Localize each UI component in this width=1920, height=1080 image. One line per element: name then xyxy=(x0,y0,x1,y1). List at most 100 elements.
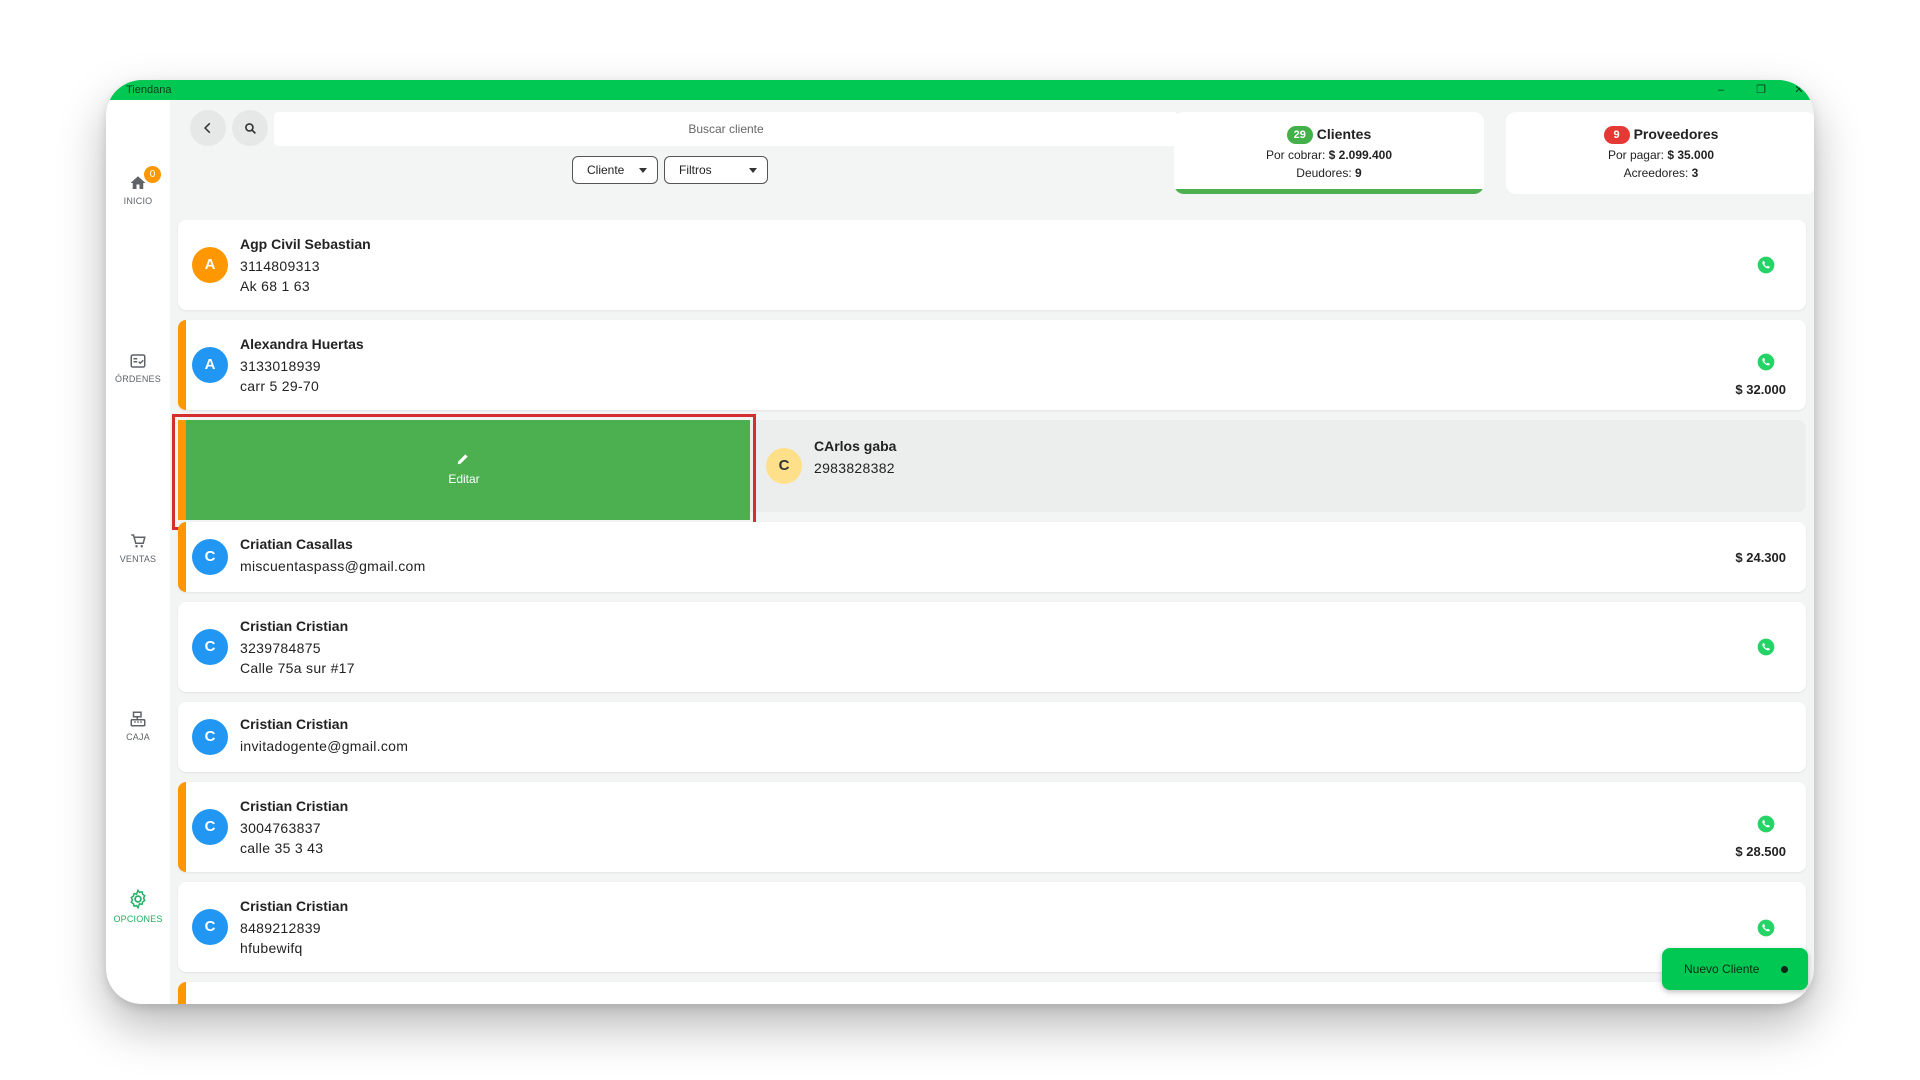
chevron-left-icon xyxy=(204,122,211,134)
client-phone: 3114809313 xyxy=(240,258,320,274)
sidebar-item-label: INICIO xyxy=(123,196,153,206)
client-phone: 3133018939 xyxy=(240,358,321,374)
debt-indicator xyxy=(178,782,186,872)
sidebar: 0 INICIO ÓRDENES VENTAS CAJA OPCIONES xyxy=(106,100,170,1004)
payable-value: $ 35.000 xyxy=(1667,148,1715,162)
client-balance: $ 24.300 xyxy=(1735,550,1786,565)
avatar: A xyxy=(192,347,228,383)
avatar: C xyxy=(192,909,228,945)
whatsapp-icon[interactable] xyxy=(1756,814,1776,834)
orders-icon xyxy=(130,354,146,368)
client-name: Cristian Cristian xyxy=(240,898,349,914)
clients-title: Clientes xyxy=(1316,126,1372,142)
minimize-button[interactable]: – xyxy=(1710,82,1732,98)
debtors-value: 9 xyxy=(1355,166,1362,180)
list-item[interactable] xyxy=(178,982,1806,1004)
client-name: Agp Civil Sebastian xyxy=(240,236,371,252)
list-item[interactable]: C Criatian Casallas miscuentaspass@gmail… xyxy=(178,522,1806,592)
client-balance: $ 28.500 xyxy=(1735,844,1786,859)
cart-icon xyxy=(131,534,146,548)
selected-indicator xyxy=(1174,189,1484,194)
sidebar-item-opciones[interactable]: OPCIONES xyxy=(106,888,170,924)
debtors-label: Deudores: xyxy=(1296,166,1352,180)
cash-register-icon xyxy=(130,711,146,727)
app-title: Tiendana xyxy=(126,84,172,96)
list-item[interactable]: C Cristian Cristian 3004763837 calle 35 … xyxy=(178,782,1806,872)
client-name: Cristian Cristian xyxy=(240,798,349,814)
debt-indicator xyxy=(178,982,186,1004)
inicio-badge: 0 xyxy=(144,166,161,183)
highlight-box xyxy=(172,414,756,530)
client-phone: 8489212839 xyxy=(240,920,321,936)
chevron-down-icon xyxy=(639,168,647,173)
client-type-value: Cliente xyxy=(587,163,625,177)
chevron-down-icon xyxy=(749,168,757,173)
new-client-label: Nuevo Cliente xyxy=(1684,962,1760,976)
client-address: Ak 68 1 63 xyxy=(240,278,310,294)
client-type-dropdown[interactable]: Cliente xyxy=(572,156,658,184)
sidebar-item-label: VENTAS xyxy=(119,554,157,564)
client-address: carr 5 29-70 xyxy=(240,378,320,394)
suppliers-summary-card[interactable]: 9 Proveedores Por pagar: $ 35.000 Acreedo… xyxy=(1506,112,1814,194)
client-phone: 3004763837 xyxy=(240,820,321,836)
client-name: Cristian Cristian xyxy=(240,716,349,732)
search-button[interactable] xyxy=(232,110,268,146)
client-email: miscuentaspass@gmail.com xyxy=(240,558,426,574)
list-item[interactable]: C Cristian Cristian 8489212839 hfubewifq xyxy=(178,882,1806,972)
client-name: Alexandra Huertas xyxy=(240,336,364,352)
avatar: C xyxy=(192,719,228,755)
receivable-label: Por cobrar: xyxy=(1265,148,1326,162)
clients-summary-card[interactable]: 29 Clientes Por cobrar: $ 2.099.400 Deudo… xyxy=(1174,112,1484,194)
sidebar-item-inicio[interactable]: 0 INICIO xyxy=(106,166,170,206)
close-button[interactable]: ✕ xyxy=(1788,82,1810,98)
dot-icon xyxy=(1781,966,1788,973)
receivable-value: $ 2.099.400 xyxy=(1328,148,1393,162)
sidebar-item-label: ÓRDENES xyxy=(115,374,161,384)
client-phone: 3239784875 xyxy=(240,640,321,656)
sidebar-item-ventas[interactable]: VENTAS xyxy=(106,532,170,564)
title-bar: Tiendana – ❐ ✕ xyxy=(106,80,1814,100)
avatar: C xyxy=(766,448,802,484)
filters-dropdown[interactable]: Filtros xyxy=(664,156,768,184)
filters-label: Filtros xyxy=(679,163,712,177)
clients-count-badge: 29 xyxy=(1286,126,1313,144)
whatsapp-icon[interactable] xyxy=(1756,918,1776,938)
gear-icon xyxy=(130,888,146,910)
list-item[interactable]: A Agp Civil Sebastian 3114809313 Ak 68 1… xyxy=(178,220,1806,310)
app-window: Tiendana – ❐ ✕ 0 INICIO ÓRDENES VENTAS C… xyxy=(106,80,1814,1004)
avatar: A xyxy=(192,247,228,283)
sidebar-item-caja[interactable]: CAJA xyxy=(106,710,170,742)
new-client-button[interactable]: Nuevo Cliente xyxy=(1662,948,1808,990)
maximize-button[interactable]: ❐ xyxy=(1750,82,1772,98)
back-button[interactable] xyxy=(190,110,226,146)
whatsapp-icon[interactable] xyxy=(1756,255,1776,275)
client-address: calle 35 3 43 xyxy=(240,840,324,856)
client-name: CArlos gaba xyxy=(814,438,897,454)
client-email: invitadogente@gmail.com xyxy=(240,738,409,754)
avatar: C xyxy=(192,809,228,845)
sidebar-item-ordenes[interactable]: ÓRDENES xyxy=(106,352,170,384)
client-name: Criatian Casallas xyxy=(240,536,353,552)
client-phone: 2983828382 xyxy=(814,460,895,476)
list-item[interactable]: C Cristian Cristian invitadogente@gmail.… xyxy=(178,702,1806,772)
client-address: Calle 75a sur #17 xyxy=(240,660,355,676)
sidebar-item-label: CAJA xyxy=(126,732,150,742)
suppliers-count-badge: 9 xyxy=(1603,126,1630,144)
suppliers-title: Proveedores xyxy=(1633,126,1719,142)
list-item[interactable]: C Cristian Cristian 3239784875 Calle 75a… xyxy=(178,602,1806,692)
search-input[interactable] xyxy=(274,112,1178,146)
debt-indicator xyxy=(178,522,186,592)
list-item[interactable]: A Alexandra Huertas 3133018939 carr 5 29… xyxy=(178,320,1806,410)
creditors-value: 3 xyxy=(1691,166,1699,180)
search-icon xyxy=(244,122,256,134)
avatar: C xyxy=(192,629,228,665)
client-address: hfubewifq xyxy=(240,940,303,956)
payable-label: Por pagar: xyxy=(1607,148,1664,162)
sidebar-item-label: OPCIONES xyxy=(113,914,163,924)
whatsapp-icon[interactable] xyxy=(1756,637,1776,657)
client-list: A Agp Civil Sebastian 3114809313 Ak 68 1… xyxy=(172,220,1814,1004)
whatsapp-icon[interactable] xyxy=(1756,352,1776,372)
debt-indicator xyxy=(178,320,186,410)
client-balance: $ 32.000 xyxy=(1735,382,1786,397)
client-name: Cristian Cristian xyxy=(240,618,349,634)
